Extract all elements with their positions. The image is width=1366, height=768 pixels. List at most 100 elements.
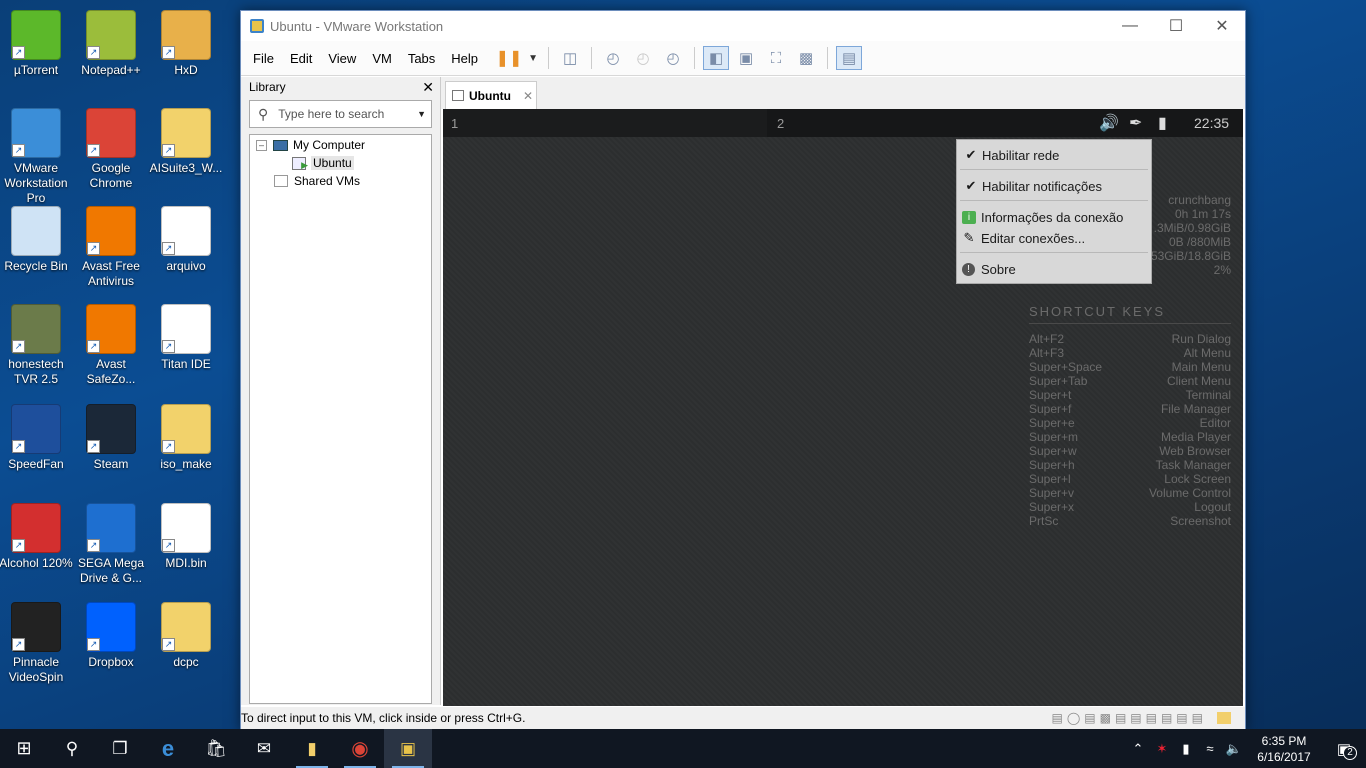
shortcut-action: Screenshot bbox=[1170, 514, 1231, 528]
desktop-icon[interactable]: ↗ dcpc bbox=[149, 602, 223, 670]
tree-item-my-computer[interactable]: – My Computer bbox=[256, 136, 365, 154]
close-button[interactable]: ✕ bbox=[1199, 11, 1245, 41]
start-button[interactable]: ⊞ bbox=[0, 729, 48, 768]
desktop-icon[interactable]: ↗ arquivo bbox=[149, 206, 223, 274]
menu-tabs[interactable]: Tabs bbox=[400, 51, 443, 66]
network-icon[interactable]: ✒ bbox=[1129, 113, 1142, 133]
desktop-icon[interactable]: ↗ Google Chrome bbox=[74, 108, 148, 191]
workspace-1[interactable]: 1 bbox=[451, 116, 458, 131]
shortcut-key: Alt+F3 bbox=[1029, 346, 1065, 360]
message-icon[interactable] bbox=[1217, 712, 1231, 724]
thumbnail-bar-icon[interactable]: ▣ bbox=[733, 46, 759, 70]
clipboard-icon[interactable]: ▮ bbox=[1158, 113, 1167, 133]
search-dropdown-icon[interactable]: ▼ bbox=[417, 109, 426, 119]
menu-separator bbox=[960, 169, 1148, 170]
desktop-icon[interactable]: ↗ Dropbox bbox=[74, 602, 148, 670]
shortcut-arrow-icon: ↗ bbox=[162, 340, 175, 353]
tree-label: My Computer bbox=[293, 138, 366, 152]
check-icon: ✔ bbox=[965, 178, 977, 193]
power-dropdown-icon[interactable]: ▼ bbox=[526, 46, 540, 70]
shortcut-action: Volume Control bbox=[1148, 486, 1231, 500]
menu-file[interactable]: File bbox=[245, 51, 282, 66]
desktop-icon[interactable]: ↗ SpeedFan bbox=[0, 404, 73, 472]
file-explorer-icon[interactable]: ▮ bbox=[288, 729, 336, 768]
menu-help[interactable]: Help bbox=[443, 51, 486, 66]
snapshot-manager-icon[interactable]: ◴ bbox=[660, 46, 686, 70]
shortcut-arrow-icon: ↗ bbox=[87, 539, 100, 552]
menu-item-editar-conexoes[interactable]: ✎ Editar conexões... bbox=[957, 228, 1151, 248]
tree-label: Ubuntu bbox=[311, 156, 354, 170]
desktop-icon[interactable]: ↗ VMware Workstation Pro bbox=[0, 108, 73, 206]
task-view-icon[interactable]: ❐ bbox=[96, 729, 144, 768]
desktop-icon[interactable]: ↗ iso_make bbox=[149, 404, 223, 472]
maximize-button[interactable]: ☐ bbox=[1153, 11, 1199, 41]
desktop-icon[interactable]: Recycle Bin bbox=[0, 206, 73, 274]
desktop-icon[interactable]: ↗ Notepad++ bbox=[74, 10, 148, 78]
device-icons[interactable]: ▤◯▤▩▤▤▤▤▤▤ bbox=[1052, 711, 1207, 725]
action-center-icon[interactable]: ▣ 2 bbox=[1322, 729, 1366, 768]
menu-edit[interactable]: Edit bbox=[282, 51, 320, 66]
workspace-2[interactable]: 2 bbox=[777, 116, 784, 131]
shortcut-row: Super+m Media Player bbox=[1029, 430, 1231, 444]
desktop-icon[interactable]: ↗ Pinnacle VideoSpin bbox=[0, 602, 73, 685]
honestech-icon: ↗ bbox=[11, 304, 61, 354]
shortcut-arrow-icon: ↗ bbox=[162, 440, 175, 453]
desktop-icon[interactable]: ↗ SEGA Mega Drive & G... bbox=[74, 503, 148, 586]
power-tray-icon[interactable]: ▮ bbox=[1174, 729, 1198, 768]
desktop-icon[interactable]: ↗ Avast SafeZo... bbox=[74, 304, 148, 387]
collapse-icon[interactable]: – bbox=[256, 139, 267, 151]
vm-console[interactable]: 1 2 🔊 ✒ ▮ 22:35 crunchbang 0h 1m 17s .3M… bbox=[443, 109, 1243, 706]
tab-ubuntu[interactable]: Ubuntu ✕ bbox=[445, 81, 537, 109]
tab-close-icon[interactable]: ✕ bbox=[523, 89, 533, 103]
vmware-icon[interactable]: ▣ bbox=[384, 729, 432, 768]
menu-item-habilitar-notificacoes[interactable]: ✔ Habilitar notificações bbox=[957, 176, 1151, 196]
title-bar[interactable]: Ubuntu - VMware Workstation — ☐ ✕ bbox=[241, 11, 1245, 41]
tray-app-icon[interactable]: ✶ bbox=[1150, 729, 1174, 768]
show-hidden-icons[interactable]: ⌃ bbox=[1126, 729, 1150, 768]
desktop-icon[interactable]: ↗ Avast Free Antivirus bbox=[74, 206, 148, 289]
desktop-icon-label: Steam bbox=[93, 457, 129, 471]
menu-item-informacoes-conexao[interactable]: i Informações da conexão bbox=[957, 207, 1151, 227]
minimize-button[interactable]: — bbox=[1107, 11, 1153, 41]
volume-tray-icon[interactable]: 🔈 bbox=[1222, 729, 1246, 768]
tree-item-ubuntu[interactable]: ▶ Ubuntu bbox=[292, 154, 354, 172]
desktop-icon[interactable]: ↗ AISuite3_W... bbox=[149, 108, 223, 176]
menu-view[interactable]: View bbox=[320, 51, 364, 66]
shortcut-action: Run Dialog bbox=[1171, 332, 1231, 346]
wifi-icon[interactable]: ≈ bbox=[1198, 729, 1222, 768]
send-ctrl-alt-del-icon[interactable]: ◫ bbox=[557, 46, 583, 70]
menu-item-sobre[interactable]: ! Sobre bbox=[957, 259, 1151, 279]
search-input[interactable]: Type here to search bbox=[278, 107, 417, 121]
shortcut-row: Super+v Volume Control bbox=[1029, 486, 1231, 500]
menu-vm[interactable]: VM bbox=[364, 51, 400, 66]
library-search[interactable]: ⚲ Type here to search ▼ bbox=[249, 100, 432, 128]
desktop-icon[interactable]: ↗ honestech TVR 2.5 bbox=[0, 304, 73, 387]
store-icon[interactable]: 🛍 bbox=[192, 729, 240, 768]
console-view-icon[interactable]: ▤ bbox=[836, 46, 863, 70]
search-icon[interactable]: ⚲ bbox=[48, 729, 96, 768]
edge-icon[interactable]: e bbox=[144, 729, 192, 768]
mail-icon[interactable]: ✉ bbox=[240, 729, 288, 768]
menu-item-habilitar-rede[interactable]: ✔ Habilitar rede bbox=[957, 145, 1151, 165]
desktop-icon[interactable]: ↗ Alcohol 120% bbox=[0, 503, 73, 571]
full-screen-icon[interactable]: ⛶ bbox=[763, 46, 789, 70]
clock[interactable]: 6:35 PM 6/16/2017 bbox=[1246, 733, 1322, 765]
file-icon: ↗ bbox=[161, 503, 211, 553]
unity-icon[interactable]: ▩ bbox=[793, 46, 819, 70]
shortcut-row: Super+x Logout bbox=[1029, 500, 1231, 514]
info-icon: i bbox=[962, 210, 976, 224]
snapshot-take-icon[interactable]: ◴ bbox=[600, 46, 626, 70]
snapshot-revert-icon[interactable]: ◴ bbox=[630, 46, 656, 70]
desktop-icon[interactable]: ↗ MDI.bin bbox=[149, 503, 223, 571]
volume-icon[interactable]: 🔊 bbox=[1099, 113, 1119, 133]
desktop-icon[interactable]: ↗ Steam bbox=[74, 404, 148, 472]
pause-icon[interactable]: ❚❚ bbox=[496, 46, 523, 70]
shortcut-row: Super+f File Manager bbox=[1029, 402, 1231, 416]
desktop-icon[interactable]: ↗ Titan IDE bbox=[149, 304, 223, 372]
desktop-icon[interactable]: ↗ µTorrent bbox=[0, 10, 73, 78]
show-library-icon[interactable]: ◧ bbox=[703, 46, 730, 70]
chrome-icon[interactable]: ◉ bbox=[336, 729, 384, 768]
tree-item-shared-vms[interactable]: Shared VMs bbox=[274, 172, 360, 190]
library-close-icon[interactable]: ✕ bbox=[422, 79, 434, 96]
desktop-icon[interactable]: ↗ HxD bbox=[149, 10, 223, 78]
